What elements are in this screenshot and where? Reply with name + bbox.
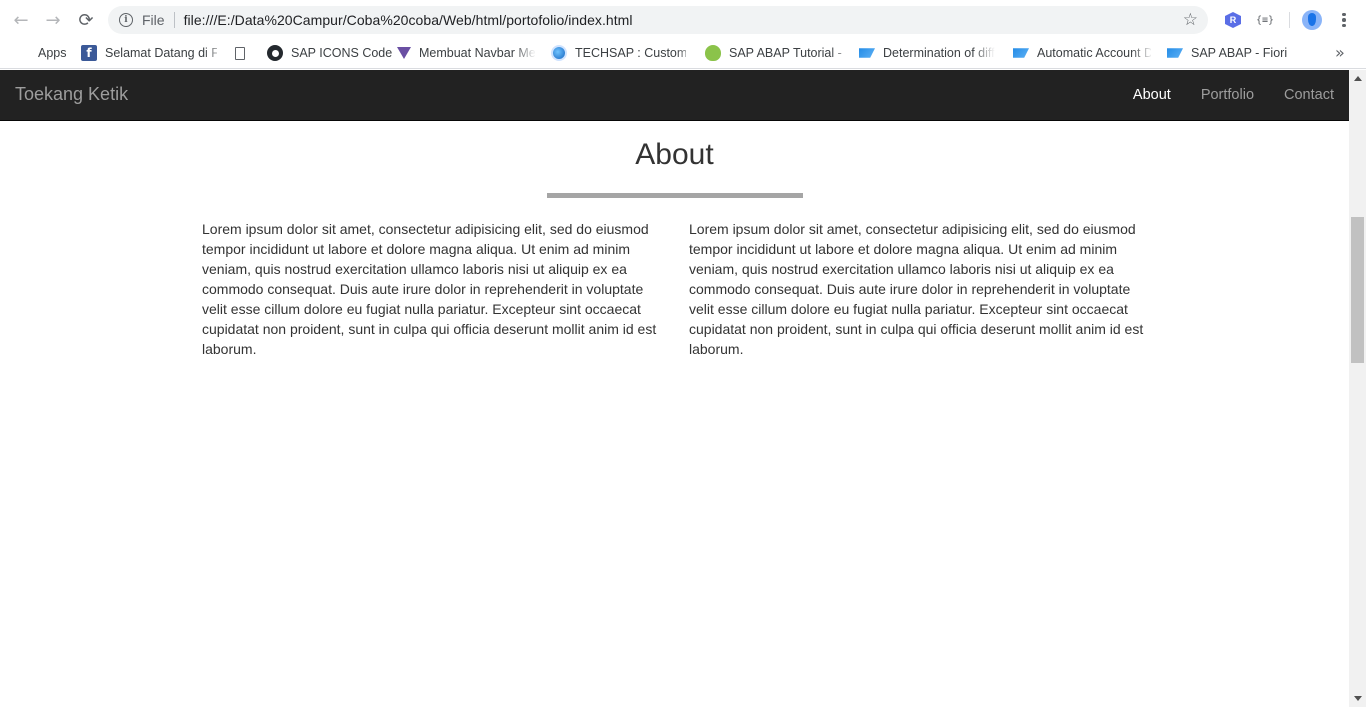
nav-link-portfolio[interactable]: Portfolio: [1186, 70, 1269, 121]
bookmark-label: SAP ICONS Code: [291, 46, 393, 60]
bookmark-apps[interactable]: Apps: [14, 43, 67, 63]
extension-r-button[interactable]: R: [1223, 10, 1243, 30]
nav-link-about[interactable]: About: [1118, 70, 1186, 121]
bookmark-item[interactable]: SAP ICONS Code: [267, 43, 392, 63]
page-viewport: Toekang Ketik About Portfolio Contact Ab…: [0, 70, 1366, 707]
url-text[interactable]: file:///E:/Data%20Campur/Coba%20coba/Web…: [184, 12, 633, 28]
back-arrow-icon: ←: [13, 9, 29, 31]
bookmark-item[interactable]: Membuat Navbar Me: [397, 43, 535, 63]
profile-avatar-icon: [1302, 10, 1322, 30]
bookmark-label: Determination of diff: [883, 46, 995, 60]
bookmark-label: Automatic Account D: [1037, 46, 1151, 60]
reload-button[interactable]: ⟳: [73, 8, 99, 32]
title-divider: [547, 193, 803, 198]
bookmark-item[interactable]: Determination of diff: [859, 43, 997, 63]
apps-grid-icon: [14, 45, 30, 61]
reload-icon: ⟳: [78, 9, 94, 31]
browser-menu-icon[interactable]: [1336, 10, 1352, 30]
bookmark-item[interactable]: Automatic Account D: [1013, 43, 1151, 63]
bookmark-label: TECHSAP : Customer: [575, 46, 686, 60]
bookmark-item[interactable]: [235, 43, 253, 63]
bookmark-item[interactable]: SAP ABAP Tutorial - A: [705, 43, 843, 63]
bookmark-label: SAP ABAP Tutorial - A: [729, 46, 843, 60]
sap-icon: [1167, 48, 1183, 58]
about-text-right: Lorem ipsum dolor sit amet, consectetur …: [689, 221, 1144, 357]
site-navbar: Toekang Ketik About Portfolio Contact: [0, 70, 1349, 121]
sap-icon: [1013, 48, 1029, 58]
bookmark-label: SAP ABAP - Fiori: [1191, 46, 1288, 60]
toolbar-divider: [1289, 12, 1290, 28]
tree-icon: [705, 45, 721, 61]
nav-link-contact[interactable]: Contact: [1269, 70, 1349, 121]
profile-button[interactable]: [1302, 10, 1322, 30]
browser-toolbar: ← → ⟳ i File file:///E:/Data%20Campur/Co…: [0, 0, 1366, 40]
bookmark-item[interactable]: TECHSAP : Customer: [551, 43, 686, 63]
site-brand[interactable]: Toekang Ketik: [15, 84, 128, 105]
forward-button[interactable]: →: [40, 8, 66, 32]
facebook-icon: f: [81, 45, 97, 61]
bookmark-item[interactable]: SAP ABAP - Fiori: [1167, 43, 1287, 63]
address-divider: [173, 12, 175, 28]
bookmark-label: Membuat Navbar Me: [419, 46, 535, 60]
about-text-left: Lorem ipsum dolor sit amet, consectetur …: [202, 221, 657, 357]
globe-icon: [551, 45, 567, 61]
bookmarks-bar: Apps f Selamat Datang di Fa SAP ICONS Co…: [0, 40, 1366, 69]
scroll-thumb[interactable]: [1351, 217, 1364, 363]
github-icon: [267, 45, 283, 61]
bookmark-label: Selamat Datang di Fa: [105, 46, 217, 60]
about-section: About Lorem ipsum dolor sit amet, consec…: [0, 121, 1349, 707]
forward-arrow-icon: →: [45, 9, 61, 31]
scroll-down-arrow-icon[interactable]: [1349, 690, 1366, 707]
site-nav-links: About Portfolio Contact: [1118, 70, 1349, 121]
info-icon[interactable]: i: [119, 13, 133, 27]
bookmarks-overflow-icon[interactable]: »: [1335, 43, 1345, 62]
extension-r-icon: R: [1225, 12, 1241, 28]
bookmark-star-icon[interactable]: ☆: [1183, 10, 1198, 30]
cube-icon: [397, 47, 411, 59]
sap-icon: [859, 48, 875, 58]
vertical-scrollbar[interactable]: [1349, 70, 1366, 707]
bookmark-item[interactable]: f Selamat Datang di Fa: [81, 43, 217, 63]
json-viewer-extension-icon[interactable]: {≡}: [1255, 10, 1275, 30]
scheme-label: File: [142, 12, 165, 28]
section-title: About: [635, 138, 714, 171]
bookmark-label: Apps: [38, 46, 67, 60]
back-button[interactable]: ←: [8, 8, 34, 32]
document-icon: [235, 46, 245, 60]
address-bar[interactable]: i File file:///E:/Data%20Campur/Coba%20c…: [108, 6, 1208, 34]
scroll-up-arrow-icon[interactable]: [1349, 70, 1366, 87]
